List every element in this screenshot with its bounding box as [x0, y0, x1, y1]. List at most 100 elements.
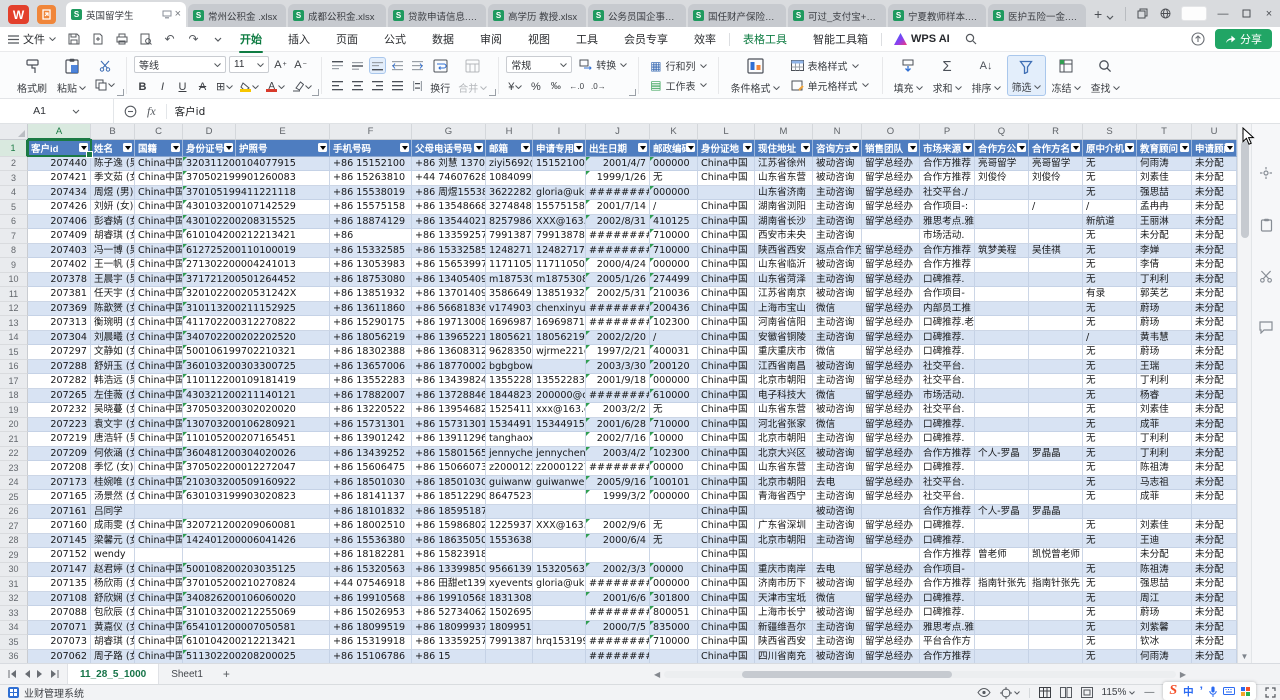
- cell[interactable]: 被动咨询: [813, 447, 862, 462]
- cell[interactable]: 被动咨询: [813, 287, 862, 302]
- cell[interactable]: China中国: [698, 157, 755, 172]
- cell[interactable]: 未分配: [1192, 534, 1237, 549]
- header-cell[interactable]: 国籍: [135, 140, 183, 157]
- cell[interactable]: 124827175: [533, 244, 586, 259]
- row-number[interactable]: 31: [0, 577, 28, 592]
- header-cell[interactable]: 身份证号: [183, 140, 236, 157]
- cell[interactable]: 00000: [650, 461, 698, 476]
- cell[interactable]: 主动咨询: [813, 432, 862, 447]
- cell[interactable]: 无: [1083, 389, 1137, 404]
- cell[interactable]: 何雨涛: [1137, 157, 1192, 172]
- row-number[interactable]: 1: [0, 140, 28, 157]
- row-number[interactable]: 17: [0, 374, 28, 389]
- cell[interactable]: China中国: [698, 418, 755, 433]
- cell[interactable]: China中国: [135, 432, 183, 447]
- header-cell[interactable]: 市场来源: [920, 140, 975, 157]
- cell[interactable]: 710000: [650, 418, 698, 433]
- cell[interactable]: 合作方推荐: [920, 447, 975, 462]
- cell[interactable]: #########: [586, 650, 650, 664]
- cell[interactable]: [1029, 476, 1083, 491]
- cell[interactable]: wendy: [91, 548, 135, 563]
- cell[interactable]: 800051: [650, 606, 698, 621]
- cell[interactable]: China中国: [135, 476, 183, 491]
- column-letter[interactable]: B: [91, 124, 135, 140]
- page-layout-view-icon[interactable]: [1060, 687, 1072, 698]
- cell[interactable]: 丁利利: [1137, 432, 1192, 447]
- header-cell[interactable]: 申请专用: [533, 140, 586, 157]
- cell[interactable]: 32010220020531242X: [183, 287, 236, 302]
- cell[interactable]: [975, 635, 1029, 650]
- row-number[interactable]: 4: [0, 186, 28, 201]
- cell[interactable]: +86 19910568: [330, 592, 412, 607]
- cell[interactable]: #########: [586, 635, 650, 650]
- cell[interactable]: China中国: [698, 577, 755, 592]
- cell[interactable]: 430102200208315525: [183, 215, 236, 230]
- cell[interactable]: 180562199: [486, 331, 533, 346]
- alignment-dialog-launcher[interactable]: [489, 89, 496, 96]
- wps-logo-icon[interactable]: W: [8, 5, 29, 24]
- row-number[interactable]: 19: [0, 403, 28, 418]
- cell[interactable]: +86 1354866895: [412, 200, 486, 215]
- sum-button[interactable]: Σ 求和: [929, 55, 966, 96]
- cell[interactable]: 吴佳祺: [1029, 244, 1083, 259]
- paste-button[interactable]: 粘贴: [52, 55, 91, 96]
- cell[interactable]: 强思喆: [1137, 577, 1192, 592]
- cell[interactable]: 371721200501264452: [183, 273, 236, 288]
- cell[interactable]: [533, 548, 586, 563]
- cell[interactable]: 370503200302020020: [183, 403, 236, 418]
- cell[interactable]: 2002/2/20: [586, 331, 650, 346]
- cell[interactable]: China中国: [698, 403, 755, 418]
- column-letter[interactable]: U: [1192, 124, 1237, 140]
- cut-button[interactable]: [93, 58, 117, 75]
- cell[interactable]: 200436: [650, 302, 698, 317]
- cell[interactable]: 未分配: [1192, 650, 1237, 664]
- cell[interactable]: China中国: [135, 258, 183, 273]
- column-letter[interactable]: M: [755, 124, 813, 140]
- cell[interactable]: 未分配: [1192, 490, 1237, 505]
- cell[interactable]: 山东省东营: [755, 403, 813, 418]
- cell[interactable]: 151521001: [533, 157, 586, 172]
- cell[interactable]: 刘晨曦 (女: [91, 331, 135, 346]
- cell[interactable]: 130703200106280921: [183, 418, 236, 433]
- globe-icon[interactable]: [1158, 7, 1172, 21]
- cell[interactable]: 主动咨询: [813, 534, 862, 549]
- cell[interactable]: China中国: [698, 447, 755, 462]
- cell[interactable]: [1029, 563, 1083, 578]
- document-tab[interactable]: S宁夏教师样本.xlsx: [888, 4, 986, 27]
- cell[interactable]: 留学总经办: [862, 447, 920, 462]
- cell[interactable]: 无: [1083, 171, 1137, 186]
- cell[interactable]: 吴晓蔓 (女: [91, 403, 135, 418]
- cell[interactable]: z20001227: [486, 461, 533, 476]
- worksheet-button[interactable]: ▤工作表: [646, 77, 710, 94]
- cell[interactable]: 2001/6/6: [586, 592, 650, 607]
- cell[interactable]: 左佳薇 (女: [91, 389, 135, 404]
- cell[interactable]: 1999/3/2: [586, 490, 650, 505]
- page-break-view-icon[interactable]: [1081, 687, 1093, 698]
- filter-button[interactable]: [1225, 143, 1234, 152]
- cell[interactable]: 口碑推荐.: [920, 418, 975, 433]
- cell[interactable]: +86 15290175: [330, 316, 412, 331]
- cell[interactable]: 微信: [813, 418, 862, 433]
- cell[interactable]: 962835011: [486, 345, 533, 360]
- cell[interactable]: +86 1991056886: [412, 592, 486, 607]
- cell[interactable]: +86 52734062: [412, 606, 486, 621]
- document-tab[interactable]: S高学历 教授.xlsx: [488, 4, 586, 27]
- cell[interactable]: 110112200109181419: [183, 374, 236, 389]
- filter-button[interactable]: [801, 143, 810, 152]
- cell[interactable]: [862, 505, 920, 520]
- filter-button[interactable]: [171, 143, 180, 152]
- cell[interactable]: 马志祖: [1137, 476, 1192, 491]
- ime-keyboard-icon[interactable]: [1223, 687, 1235, 695]
- cell[interactable]: [975, 418, 1029, 433]
- cell[interactable]: 留学总经办: [862, 621, 920, 636]
- decrease-font-size-button[interactable]: A−: [292, 56, 309, 73]
- row-number[interactable]: 34: [0, 621, 28, 636]
- cell[interactable]: [975, 476, 1029, 491]
- scroll-right-icon[interactable]: ▶: [1176, 670, 1190, 679]
- cell[interactable]: 207145: [28, 534, 91, 549]
- cell[interactable]: 周江: [1137, 592, 1192, 607]
- cell[interactable]: 未分配: [1192, 592, 1237, 607]
- header-cell[interactable]: 申请顾问: [1192, 140, 1237, 157]
- cell[interactable]: 207062: [28, 650, 91, 664]
- cell[interactable]: 207173: [28, 476, 91, 491]
